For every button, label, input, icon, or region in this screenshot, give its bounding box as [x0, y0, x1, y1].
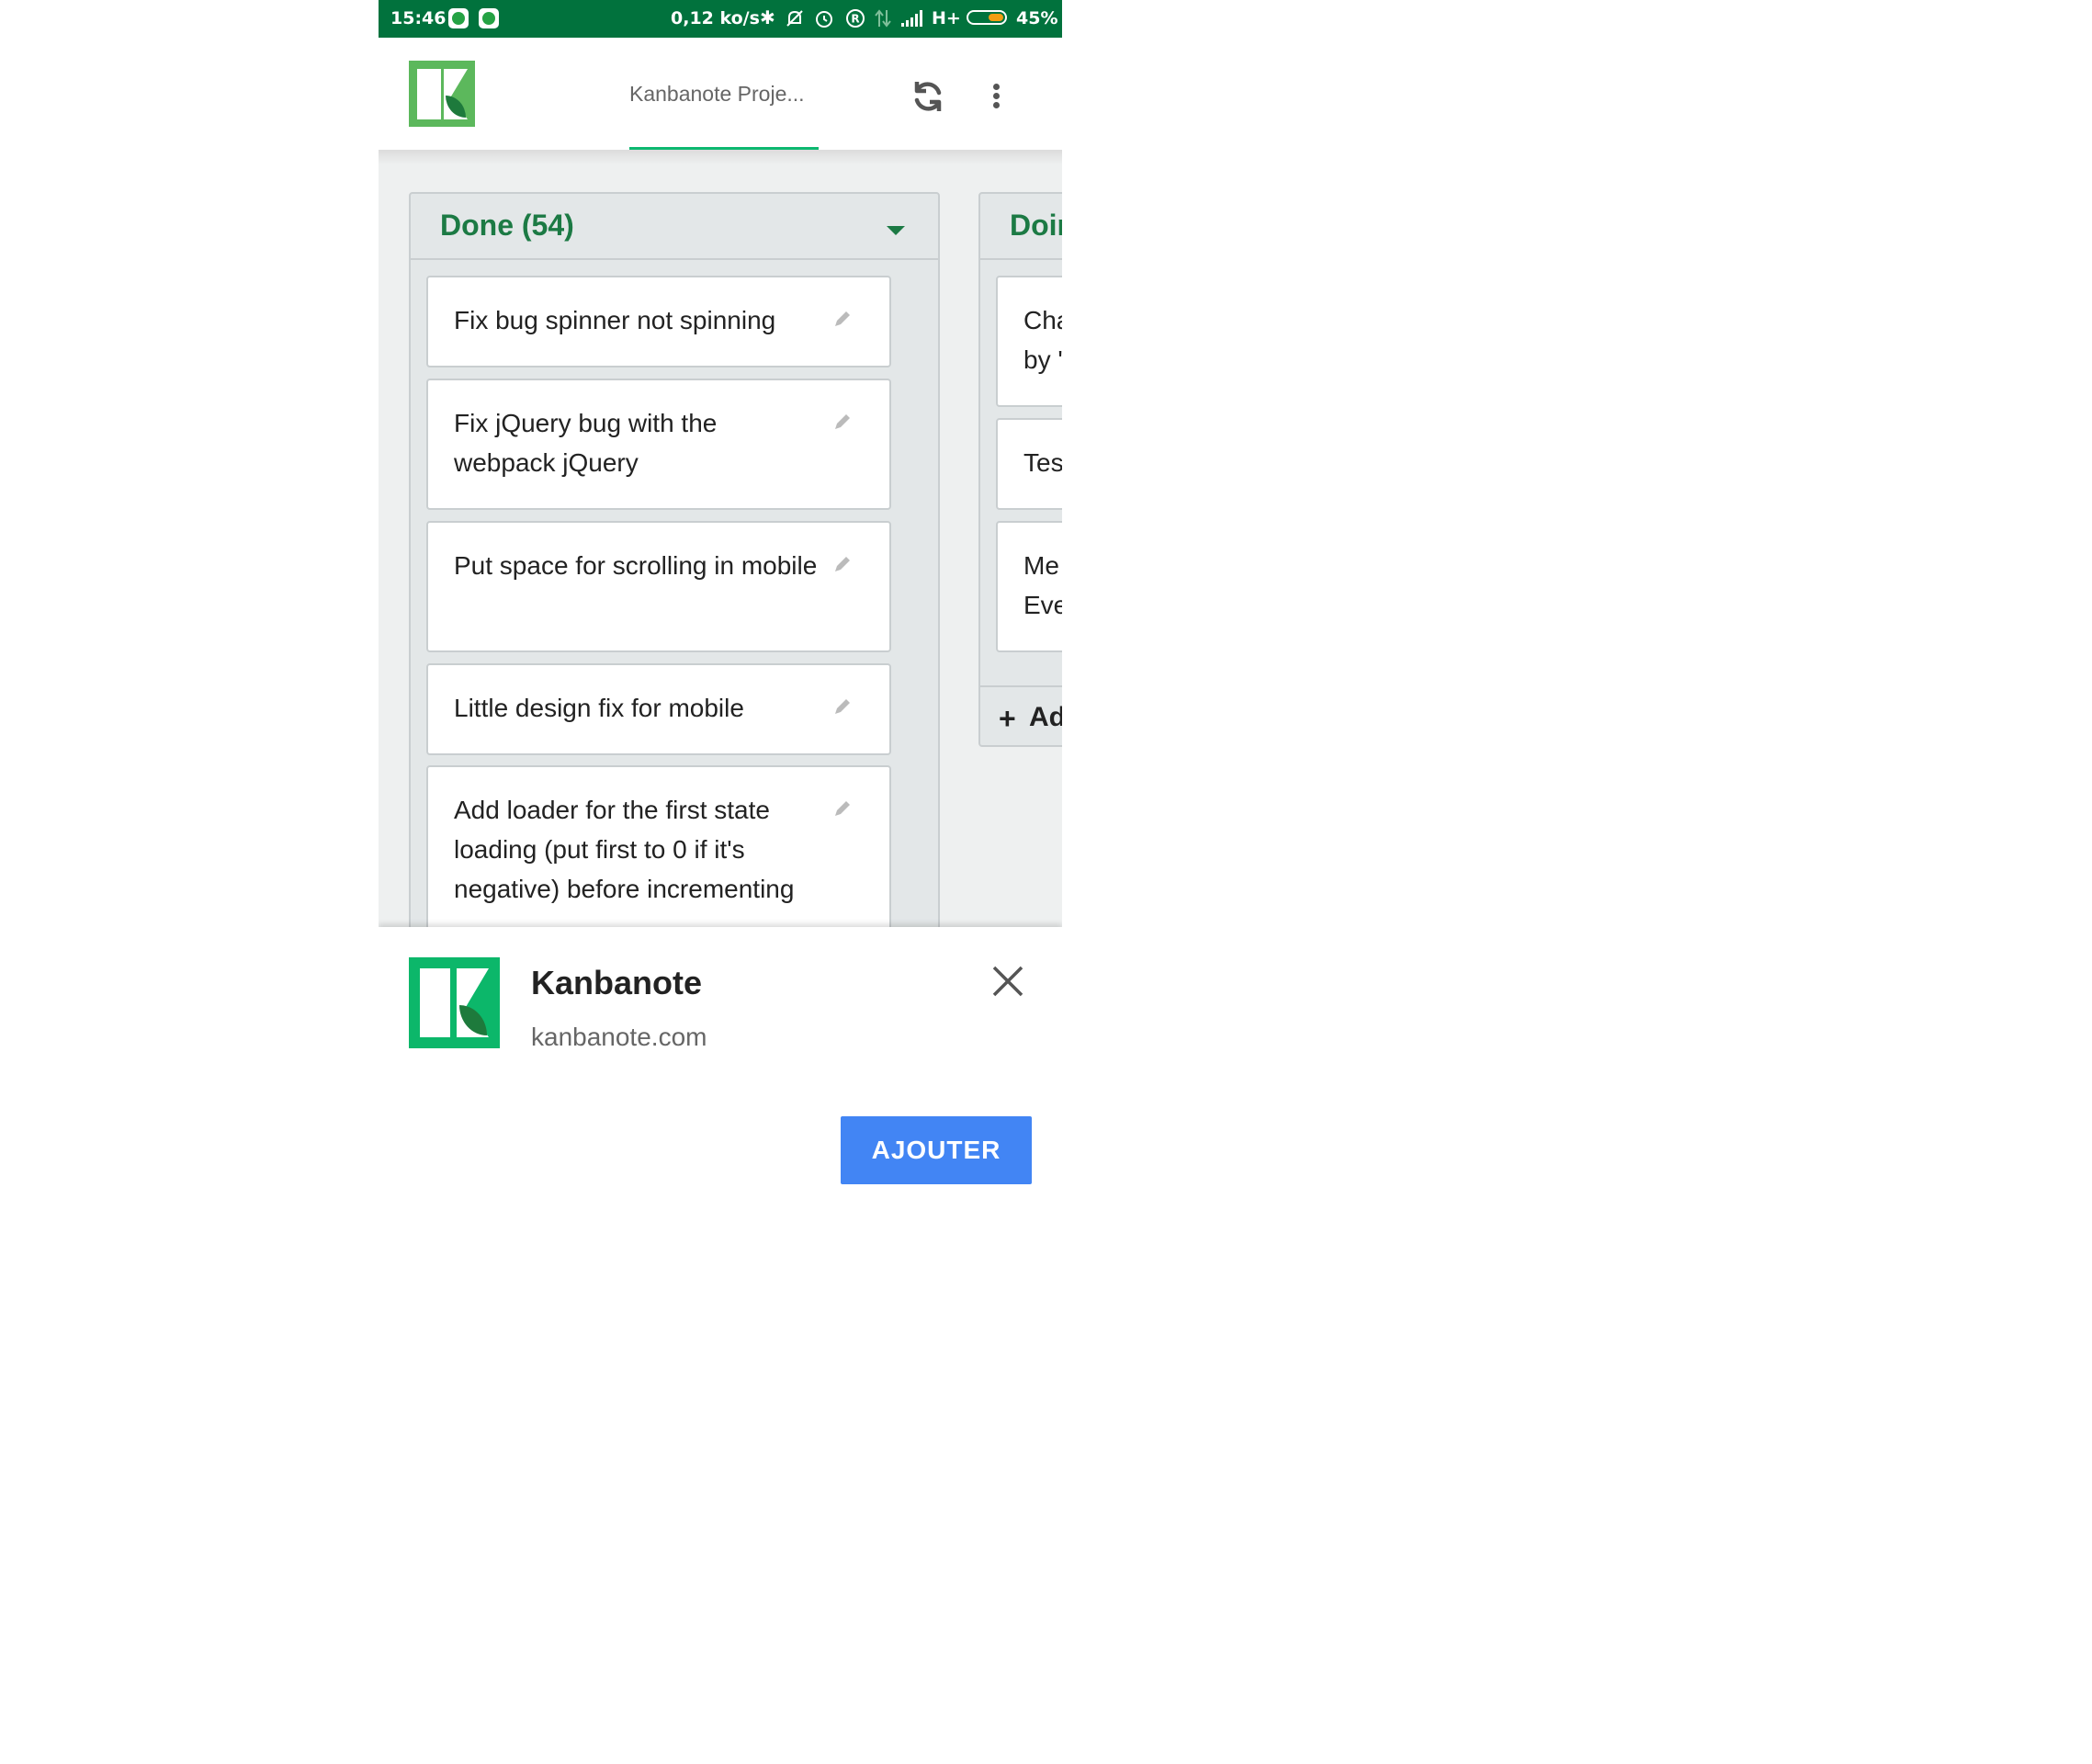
bluetooth-icon: ✱: [760, 6, 775, 28]
add-card-button[interactable]: + Ad: [980, 685, 1062, 746]
pencil-icon[interactable]: [832, 412, 853, 432]
kanbanote-logo: [409, 957, 500, 1048]
app-name: Kanbanote: [531, 964, 703, 1001]
card-text: Cha by ': [1023, 306, 1062, 374]
card-text: Tes: [1023, 448, 1062, 477]
column-title: Done (54): [440, 209, 574, 242]
pencil-icon[interactable]: [832, 309, 853, 329]
network-speed: 0,12 ko/s: [671, 8, 760, 28]
card[interactable]: Tes: [996, 418, 1062, 510]
status-time: 15:46: [390, 8, 447, 28]
plus-icon: +: [999, 702, 1016, 735]
card[interactable]: Little design fix for mobile: [426, 663, 891, 755]
phone-screen: 15:46 0,12 ko/s ✱ R H+ 45% Kanbanote Pro…: [379, 0, 1062, 1215]
kanbanote-logo[interactable]: [409, 61, 475, 127]
card[interactable]: Add loader for the first state loading (…: [426, 765, 891, 927]
pencil-icon[interactable]: [832, 554, 853, 574]
chevron-down-icon[interactable]: [887, 226, 905, 235]
registered-icon: R: [846, 9, 865, 28]
whatsapp-icon: [448, 8, 469, 28]
add-to-homescreen-button[interactable]: AJOUTER: [841, 1116, 1032, 1184]
data-transfer-icon: [875, 9, 891, 28]
svg-text:R: R: [851, 13, 859, 26]
card[interactable]: Me Eve: [996, 521, 1062, 652]
more-vert-icon[interactable]: [987, 80, 1005, 113]
tab-project[interactable]: Kanbanote Proje...: [629, 82, 805, 107]
card-text: Fix bug spinner not spinning: [454, 306, 776, 334]
battery-level: [989, 14, 1003, 21]
whatsapp-icon: [479, 8, 499, 28]
card-text: Fix jQuery bug with the webpack jQuery: [454, 409, 718, 477]
column-header[interactable]: Done (54): [411, 194, 938, 260]
app-header: Kanbanote Proje...: [379, 38, 1062, 151]
battery-percent: 45%: [1016, 8, 1058, 28]
column-title: Doir: [1010, 209, 1062, 242]
card[interactable]: Put space for scrolling in mobile: [426, 521, 891, 652]
card-text: Little design fix for mobile: [454, 694, 744, 722]
battery-icon: [967, 10, 1007, 25]
status-bar: 15:46 0,12 ko/s ✱ R H+ 45%: [379, 0, 1062, 38]
column-doing: Doir Cha by ' Tes Me Eve + Ad: [978, 192, 1062, 747]
card-text: Add loader for the first state loading (…: [454, 796, 795, 903]
card-text: Me Eve: [1023, 551, 1062, 619]
signal-icon: [901, 10, 922, 27]
close-icon[interactable]: [989, 962, 1027, 1001]
kanban-board: Done (54) Fix bug spinner not spinning F…: [379, 150, 1062, 927]
column-done: Done (54) Fix bug spinner not spinning F…: [409, 192, 940, 927]
sync-icon[interactable]: [910, 78, 946, 115]
column-header[interactable]: Doir: [980, 194, 1062, 260]
bell-off-icon: [786, 10, 803, 27]
alarm-icon: [816, 11, 832, 28]
pencil-icon[interactable]: [832, 798, 853, 819]
install-banner: Kanbanote kanbanote.com AJOUTER: [379, 927, 1062, 1215]
card[interactable]: Cha by ': [996, 276, 1062, 407]
card[interactable]: Fix jQuery bug with the webpack jQuery: [426, 379, 891, 510]
card-text: Put space for scrolling in mobile: [454, 551, 818, 580]
app-url: kanbanote.com: [531, 1023, 707, 1051]
card[interactable]: Fix bug spinner not spinning: [426, 276, 891, 368]
add-card-label: Ad: [1029, 702, 1062, 732]
pencil-icon[interactable]: [832, 696, 853, 717]
network-type: H+: [932, 8, 961, 28]
